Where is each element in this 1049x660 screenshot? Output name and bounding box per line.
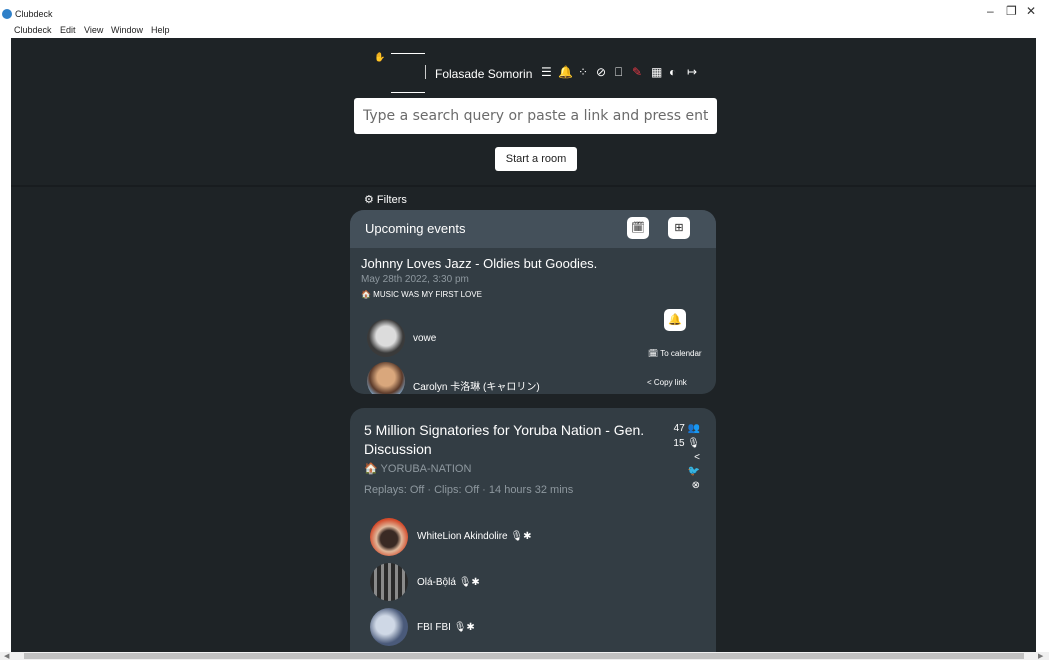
share-icon[interactable]: < (660, 452, 700, 463)
event-title[interactable]: Johnny Loves Jazz - Oldies but Goodies. (361, 256, 597, 271)
avatar[interactable] (370, 518, 408, 556)
spinner-icon[interactable]: ⁘ (578, 65, 588, 79)
header-divider (11, 185, 1036, 187)
event-date: May 28th 2022, 3:30 pm (361, 274, 469, 285)
speaker-badges: 🎙✱ (458, 577, 480, 588)
room-title[interactable]: 5 Million Signatories for Yoruba Nation … (364, 421, 654, 459)
scroll-right-icon[interactable]: ▶ (1038, 652, 1043, 660)
event-bell-button[interactable]: 🔔 (664, 309, 686, 331)
clubdeck-logo-icon (2, 9, 12, 19)
window-title: Clubdeck (15, 9, 53, 19)
user-avatar[interactable] (391, 53, 425, 93)
speaker-name[interactable]: vowe (413, 333, 436, 344)
speaker-name[interactable]: Carolyn 卡洛琳 (キャロリン) (413, 378, 540, 393)
calendar-button[interactable]: 🗓 (627, 217, 649, 239)
user-name[interactable]: Folasade Somorin (435, 67, 532, 81)
app-content: ✋ Folasade Somorin ☰ 🔔 ⁘ ⊘ ⎕ ✎ ▦ ◐ ↦ Sta… (11, 38, 1036, 652)
scroll-left-icon[interactable]: ◀ (4, 652, 9, 660)
menu-bar: Clubdeck Edit View Window Help (0, 22, 1049, 38)
minimize-button[interactable]: – (987, 4, 994, 18)
copy-link[interactable]: < Copy link (647, 378, 687, 387)
restore-button[interactable]: ❐ (1006, 4, 1017, 18)
twitter-icon[interactable]: 🐦 (660, 466, 700, 477)
avatar[interactable] (367, 319, 405, 357)
sliders-icon[interactable]: ☰ (541, 65, 552, 79)
bookmark-icon[interactable]: ⎕ (615, 65, 622, 80)
room-club[interactable]: 🏠 YORUBA-NATION (364, 462, 471, 475)
room-card[interactable]: 5 Million Signatories for Yoruba Nation … (350, 408, 716, 652)
hide-room-icon[interactable]: ⊗ (660, 480, 700, 491)
close-button[interactable]: ✕ (1026, 4, 1036, 18)
compass-icon[interactable]: ⊘ (596, 65, 606, 79)
search-input[interactable] (354, 98, 717, 134)
to-calendar-link[interactable]: 🗓 To calendar (648, 349, 702, 358)
event-club[interactable]: 🏠 MUSIC WAS MY FIRST LOVE (361, 290, 482, 299)
menu-help[interactable]: Help (151, 25, 170, 35)
speaker-name[interactable]: FBI FBI 🎙✱ (417, 622, 475, 633)
speaker-name[interactable]: WhiteLion Akindolire 🎙✱ (417, 531, 531, 542)
contrast-icon[interactable]: ◐ (669, 65, 676, 79)
start-room-button[interactable]: Start a room (495, 147, 577, 171)
menu-view[interactable]: View (84, 25, 103, 35)
window-titlebar: Clubdeck – ❐ ✕ (0, 0, 1049, 22)
listener-count: 47 👥 (673, 423, 700, 434)
raised-hand-icon: ✋ (374, 52, 386, 62)
sign-out-icon[interactable]: ↦ (687, 65, 697, 79)
scrollbar-thumb[interactable] (24, 653, 1024, 659)
calendar-add-button[interactable]: ⊞ (668, 217, 690, 239)
speaker-count: 15 🎙 (673, 438, 700, 449)
room-meta: Replays: Off · Clips: Off · 14 hours 32 … (364, 484, 574, 496)
avatar[interactable] (367, 362, 405, 394)
menu-edit[interactable]: Edit (60, 25, 76, 35)
speaker-badges: 🎙✱ (510, 531, 532, 542)
menu-clubdeck[interactable]: Clubdeck (14, 25, 52, 35)
avatar[interactable] (370, 608, 408, 646)
filters-toggle[interactable]: ⚙ Filters (364, 193, 407, 206)
menu-window[interactable]: Window (111, 25, 143, 35)
upcoming-events-title: Upcoming events (365, 221, 466, 236)
bell-icon[interactable]: 🔔 (558, 65, 573, 79)
megaphone-icon[interactable]: ✎ (632, 65, 642, 79)
upcoming-events-card: Upcoming events 🗓 ⊞ Johnny Loves Jazz - … (350, 210, 716, 394)
building-icon[interactable]: ▦ (651, 65, 662, 79)
divider (425, 65, 426, 79)
speaker-name[interactable]: Olá-Bộlá 🎙✱ (417, 577, 480, 588)
horizontal-scrollbar[interactable]: ◀ ▶ (0, 652, 1049, 660)
avatar[interactable] (370, 563, 408, 601)
speaker-badges: 🎙✱ (453, 622, 475, 633)
